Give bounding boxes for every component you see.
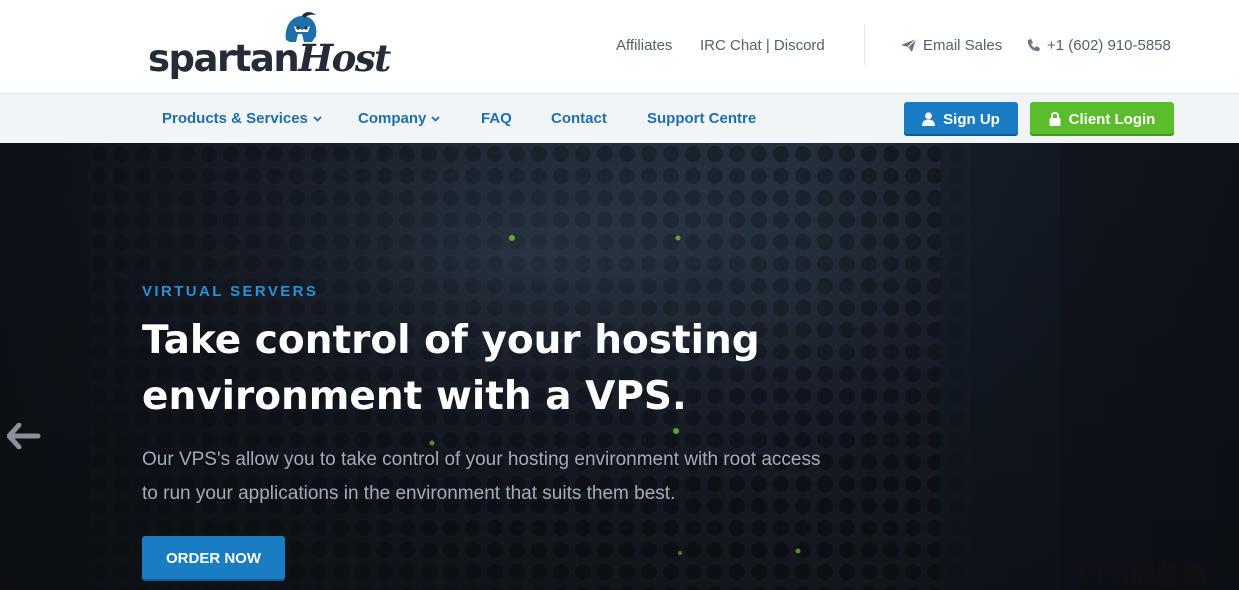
- logo-text-spartan: spartan: [148, 37, 300, 80]
- email-sales-link[interactable]: Email Sales: [901, 37, 1002, 54]
- hero-subtext: Our VPS's allow you to take control of y…: [142, 449, 821, 504]
- hero-eyebrow: VIRTUAL SERVERS: [142, 283, 319, 300]
- user-icon: [922, 112, 936, 126]
- logo-text-host: Host: [298, 36, 391, 80]
- sign-up-label: Sign Up: [943, 110, 1000, 128]
- order-now-button[interactable]: ORDER NOW: [142, 536, 285, 581]
- irc-chat-link[interactable]: IRC Chat | Discord: [700, 37, 825, 54]
- spartanhost-logo[interactable]: spartanHost: [146, 12, 391, 80]
- nav-contact[interactable]: Contact: [551, 110, 607, 127]
- chevron-down-icon: [313, 115, 322, 122]
- hero-headline: Take control of your hosting environment…: [142, 318, 760, 419]
- phone-link[interactable]: +1 (602) 910-5858: [1027, 37, 1171, 54]
- arrow-left-icon[interactable]: [7, 423, 41, 449]
- hero-slider: VIRTUAL SERVERS Take control of your hos…: [0, 143, 1239, 590]
- paper-plane-icon: [901, 39, 916, 52]
- nav-products-label: Products & Services: [162, 110, 308, 127]
- nav-company[interactable]: Company: [358, 110, 440, 127]
- lock-icon: [1049, 112, 1061, 126]
- top-header: spartanHost Affiliates IRC Chat | Discor…: [0, 0, 1239, 93]
- nav-company-label: Company: [358, 110, 427, 127]
- client-login-button[interactable]: Client Login: [1030, 102, 1174, 136]
- watermark-text: VPS那些事: [1076, 560, 1208, 590]
- client-login-label: Client Login: [1068, 110, 1156, 128]
- affiliates-link[interactable]: Affiliates: [616, 37, 672, 54]
- phone-icon: [1027, 39, 1040, 52]
- main-nav: Products & Services Company FAQ Contact …: [0, 93, 1239, 143]
- nav-products-services[interactable]: Products & Services: [162, 110, 322, 127]
- sign-up-button[interactable]: Sign Up: [904, 102, 1018, 136]
- chevron-down-icon: [431, 115, 440, 122]
- logo-wordmark: spartanHost: [148, 36, 391, 80]
- nav-support-centre[interactable]: Support Centre: [647, 110, 756, 127]
- phone-number: +1 (602) 910-5858: [1047, 37, 1171, 54]
- header-divider: [864, 25, 865, 65]
- email-sales-label: Email Sales: [923, 37, 1003, 54]
- nav-faq[interactable]: FAQ: [481, 110, 512, 127]
